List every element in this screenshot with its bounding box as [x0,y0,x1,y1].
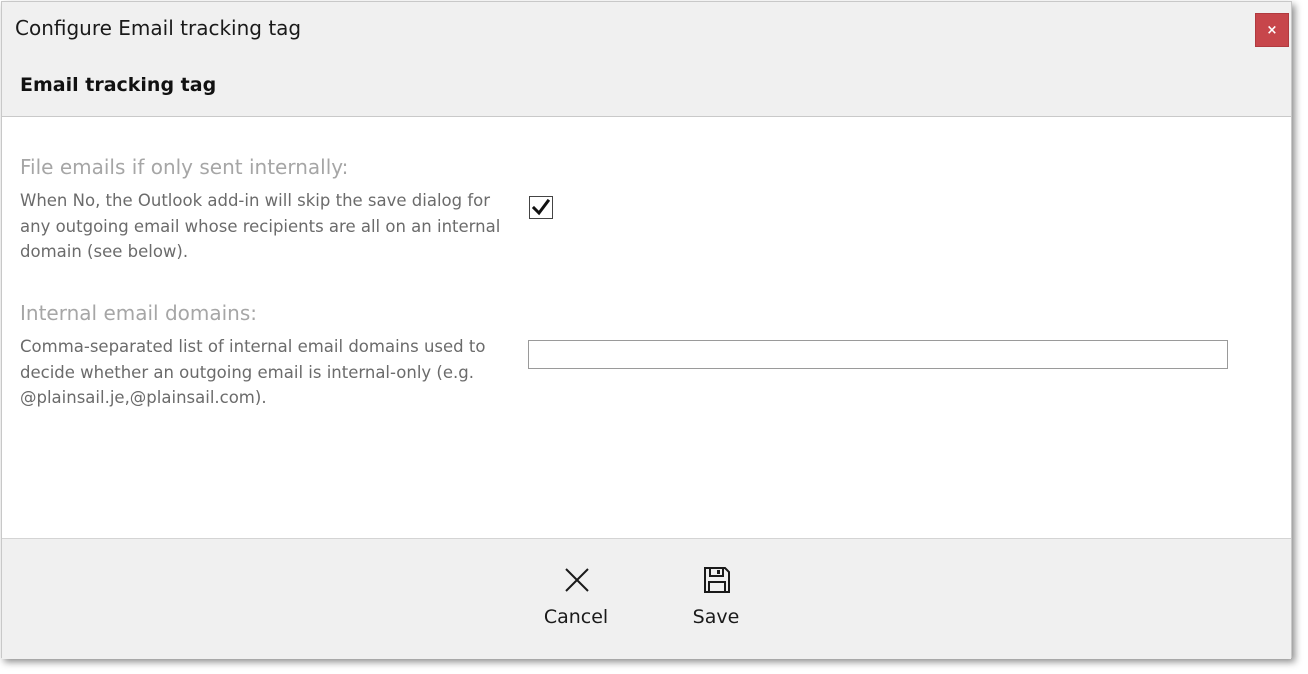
configure-dialog: Configure Email tracking tag × Email tra… [1,1,1292,659]
save-label: Save [692,606,740,628]
file-internal-label: File emails if only sent internally: [20,155,349,179]
file-internal-description: When No, the Outlook add-in will skip th… [20,191,501,261]
dialog-titlebar: Configure Email tracking tag × [2,2,1291,58]
internal-domains-input[interactable] [528,340,1228,369]
cancel-label: Cancel [543,606,609,628]
floppy-disk-icon [704,567,730,593]
internal-domains-label: Internal email domains: [20,301,258,325]
file-internal-checkbox[interactable] [529,196,553,219]
close-icon: × [1266,22,1278,38]
internal-domains-description: Comma-separated list of internal email d… [20,337,486,407]
close-button[interactable]: × [1255,13,1289,47]
dialog-content: File emails if only sent internally: Whe… [2,117,1291,538]
cancel-button[interactable]: Cancel [526,565,626,635]
checkmark-icon [531,198,551,216]
section-title: Email tracking tag [20,74,217,96]
dialog-title: Configure Email tracking tag [15,16,302,40]
close-x-icon [565,568,589,592]
dialog-footer: Cancel Save [2,538,1291,659]
section-header: Email tracking tag [2,58,1291,117]
save-button[interactable]: Save [666,565,766,635]
